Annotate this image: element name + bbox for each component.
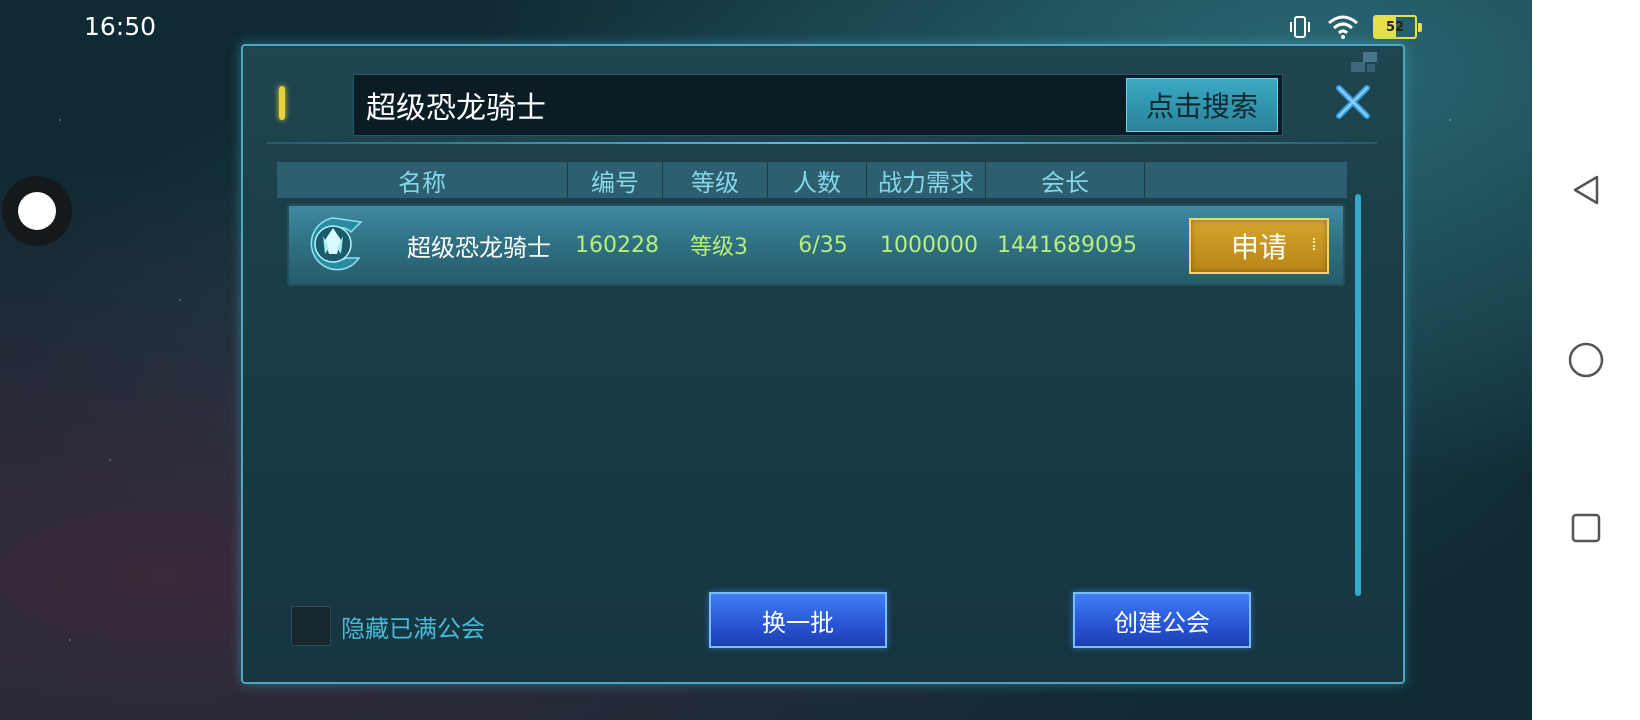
home-circle-icon: [1568, 342, 1604, 378]
wifi-icon: [1328, 15, 1358, 39]
hide-full-label: 隐藏已满公会: [341, 614, 485, 643]
header-level: 等级: [663, 162, 768, 198]
guild-id: 160228: [575, 232, 659, 258]
apply-button[interactable]: 申请: [1189, 218, 1329, 274]
battery-tip: [1418, 22, 1422, 32]
recents-square-icon: [1571, 513, 1601, 543]
search-button[interactable]: 点击搜索: [1126, 78, 1278, 132]
guild-level: 等级3: [690, 235, 748, 260]
table-header: 名称 编号 等级 人数 战力需求 会长: [277, 162, 1347, 198]
status-icons: 52: [1287, 14, 1422, 40]
indicator-pip: [279, 86, 285, 120]
guild-name: 超级恐龙骑士: [407, 233, 551, 262]
header-members: 人数: [768, 162, 867, 198]
status-time: 16:50: [84, 12, 157, 41]
close-button[interactable]: [1331, 80, 1375, 124]
create-guild-button[interactable]: 创建公会: [1073, 592, 1251, 648]
system-nav-bar: [1532, 0, 1640, 720]
assistive-touch-button[interactable]: [2, 176, 72, 246]
panel-divider: [267, 142, 1377, 144]
refresh-batch-button[interactable]: 换一批: [709, 592, 887, 648]
battery-level: 52: [1373, 15, 1417, 39]
guild-members: 6/35: [798, 232, 848, 258]
list-scrollbar[interactable]: [1355, 194, 1361, 596]
guild-search-panel: 点击搜索 名称 编号 等级 人数 战力需求 会长 超级恐龙骑士 160228 等…: [241, 44, 1405, 684]
header-name: 名称: [277, 162, 568, 198]
close-icon: [1336, 85, 1370, 119]
guild-search-input[interactable]: [366, 75, 1116, 135]
vibrate-icon: [1290, 16, 1310, 38]
search-row: 点击搜索: [243, 72, 1403, 136]
guild-power-required: 1000000: [880, 232, 978, 258]
nav-recents-button[interactable]: [1564, 506, 1608, 550]
header-power: 战力需求: [867, 162, 986, 198]
back-triangle-icon: [1573, 175, 1599, 205]
nav-home-button[interactable]: [1564, 338, 1608, 382]
header-action: [1145, 162, 1293, 198]
assistive-touch-dot: [18, 192, 56, 230]
header-leader: 会长: [986, 162, 1145, 198]
guild-leader: 1441689095: [997, 232, 1137, 258]
search-box: 点击搜索: [353, 74, 1283, 136]
table-row[interactable]: 超级恐龙骑士 160228 等级3 6/35 1000000 144168909…: [287, 204, 1345, 286]
battery-icon: 52: [1373, 15, 1422, 39]
nav-back-button[interactable]: [1564, 168, 1608, 212]
hide-full-guilds-toggle[interactable]: 隐藏已满公会: [291, 606, 485, 646]
guild-emblem-icon: [310, 217, 363, 271]
hide-full-checkbox[interactable]: [291, 606, 331, 646]
header-id: 编号: [568, 162, 663, 198]
